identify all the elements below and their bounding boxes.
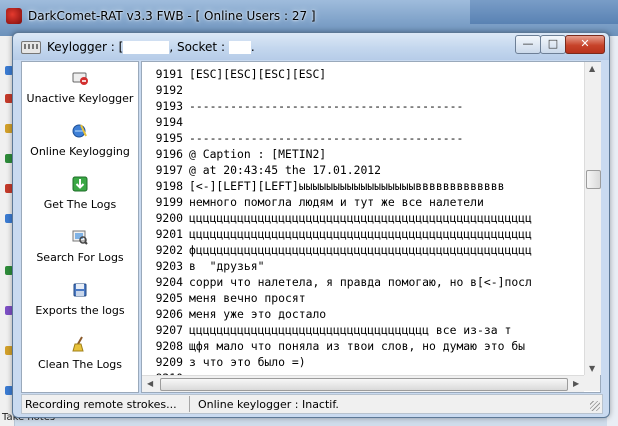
live-keylog-icon	[72, 124, 87, 138]
line-text: [<-][LEFT][LEFT]ыыыыыыыыыыыыыыыыыввввввв…	[189, 179, 505, 193]
line-number: 9194	[155, 115, 183, 129]
vertical-scrollbar[interactable]: ▲ ▼	[584, 62, 601, 375]
sidebar-item-label: Clean The Logs	[37, 358, 123, 371]
horizontal-scroll-thumb[interactable]	[160, 378, 568, 391]
scrollbar-corner	[584, 375, 600, 391]
line-number: 9207	[155, 323, 183, 337]
sidebar-item-label: Unactive Keylogger	[26, 92, 134, 105]
line-number: 9191	[155, 67, 183, 81]
keylogger-titlebar[interactable]: Keylogger : [ , Socket : . — □ ✕	[13, 33, 609, 60]
status-separator	[189, 396, 190, 412]
sidebar-item-label: Search For Logs	[36, 251, 124, 264]
status-recording: Recording remote strokes...	[25, 398, 177, 411]
scroll-up-arrow-icon[interactable]: ▲	[589, 64, 595, 73]
title-prefix: Keylogger : [	[47, 40, 124, 54]
clean-the-logs-button[interactable]: Clean The Logs	[22, 330, 138, 380]
line-number: 9198	[155, 179, 183, 193]
line-text: немного помогла людям и тут же все налет…	[189, 195, 484, 209]
line-number: 9193	[155, 99, 183, 113]
keylog-text-area[interactable]: 9191 [ESC][ESC][ESC][ESC] 9192 9193 --------…	[142, 62, 584, 375]
scroll-down-arrow-icon[interactable]: ▼	[589, 364, 595, 373]
line-text: сорри что налетела, я правда помогаю, но…	[189, 275, 532, 289]
search-logs-icon	[72, 230, 88, 245]
line-number: 9202	[155, 243, 183, 257]
line-text: з что это было =)	[189, 355, 306, 369]
sidebar-item-label: Exports the logs	[35, 304, 125, 317]
line-number: 9192	[155, 83, 183, 97]
line-text: [ESC][ESC][ESC][ESC]	[189, 67, 327, 81]
download-icon	[72, 176, 88, 192]
line-text: цццццццццццццццццццццццццццццццццццццццц…	[189, 227, 532, 241]
darkcomet-app-icon	[6, 8, 22, 24]
line-number: 9195	[155, 131, 183, 145]
sidebar-item-label: Get The Logs	[43, 198, 117, 211]
maximize-button[interactable]: □	[540, 35, 566, 54]
line-number: 9201	[155, 227, 183, 241]
line-text: @ at 20:43:45 the 17.01.2012	[189, 163, 382, 177]
line-text: цццццццццццццццццццццццццццццццццццццццц…	[189, 211, 532, 225]
keylogger-actions-panel: Unactive Keylogger Online Keylogging Get…	[21, 61, 139, 393]
line-number: 9204	[155, 275, 183, 289]
close-button[interactable]: ✕	[565, 35, 605, 54]
line-number: 9208	[155, 339, 183, 353]
line-text: в "друзья"	[189, 259, 265, 273]
get-the-logs-button[interactable]: Get The Logs	[22, 170, 138, 220]
line-number: 9205	[155, 291, 183, 305]
keyboard-stop-icon	[72, 72, 88, 85]
online-keylogging-button[interactable]: Online Keylogging	[22, 117, 138, 167]
line-number: 9209	[155, 355, 183, 369]
parent-window-title: DarkComet-RAT v3.3 FWB - [ Online Users …	[28, 9, 316, 23]
search-for-logs-button[interactable]: Search For Logs	[22, 223, 138, 273]
title-suffix: .	[250, 40, 255, 54]
resize-grip[interactable]	[590, 401, 600, 411]
line-text: меня вечно просят	[189, 291, 306, 305]
unactive-keylogger-button[interactable]: Unactive Keylogger	[22, 64, 138, 114]
line-number: 9200	[155, 211, 183, 225]
export-icon	[73, 283, 87, 297]
keyboard-icon	[21, 41, 41, 54]
line-number: 9197	[155, 163, 183, 177]
scroll-right-arrow-icon[interactable]: ▶	[573, 379, 579, 388]
keylog-text-panel[interactable]: 9191 [ESC][ESC][ESC][ESC] 9192 9193 --------…	[141, 61, 601, 393]
keylogger-window-title: Keylogger : [ , Socket : .	[47, 40, 255, 54]
line-text: ццццццццццццццццццццццццццццццццццц все …	[189, 323, 512, 337]
line-text: фццццццццццццццццццццццццццццццццццццццц…	[189, 243, 532, 257]
line-text: ----------------------------------------	[189, 99, 464, 113]
line-text: меня уже это достало	[189, 307, 327, 321]
line-number: 9196	[155, 147, 183, 161]
vertical-scroll-thumb[interactable]	[586, 170, 601, 189]
parent-titlebar-deco	[470, 0, 618, 24]
line-text: ----------------------------------------	[189, 131, 464, 145]
redacted-socket	[228, 41, 251, 54]
title-socket-label: , Socket :	[169, 40, 229, 54]
line-number: 9206	[155, 307, 183, 321]
line-number: 9203	[155, 259, 183, 273]
horizontal-scrollbar[interactable]: ◀ ▶	[142, 375, 584, 392]
line-text: @ Caption : [METIN2]	[189, 147, 327, 161]
line-text: щфя мало что поняла из твои слов, но дум…	[189, 339, 526, 353]
clean-icon	[72, 336, 84, 352]
sidebar-item-label: Online Keylogging	[30, 145, 130, 158]
minimize-button[interactable]: —	[515, 35, 541, 54]
exports-the-logs-button[interactable]: Exports the logs	[22, 276, 138, 326]
status-keylogger-state: Online keylogger : Inactif.	[198, 398, 339, 411]
scroll-left-arrow-icon[interactable]: ◀	[147, 379, 153, 388]
keylogger-window: Keylogger : [ , Socket : . — □ ✕ Unactive…	[12, 32, 610, 418]
line-number: 9199	[155, 195, 183, 209]
redacted-host	[123, 41, 170, 54]
status-bar: Recording remote strokes... Online keylo…	[21, 394, 603, 414]
